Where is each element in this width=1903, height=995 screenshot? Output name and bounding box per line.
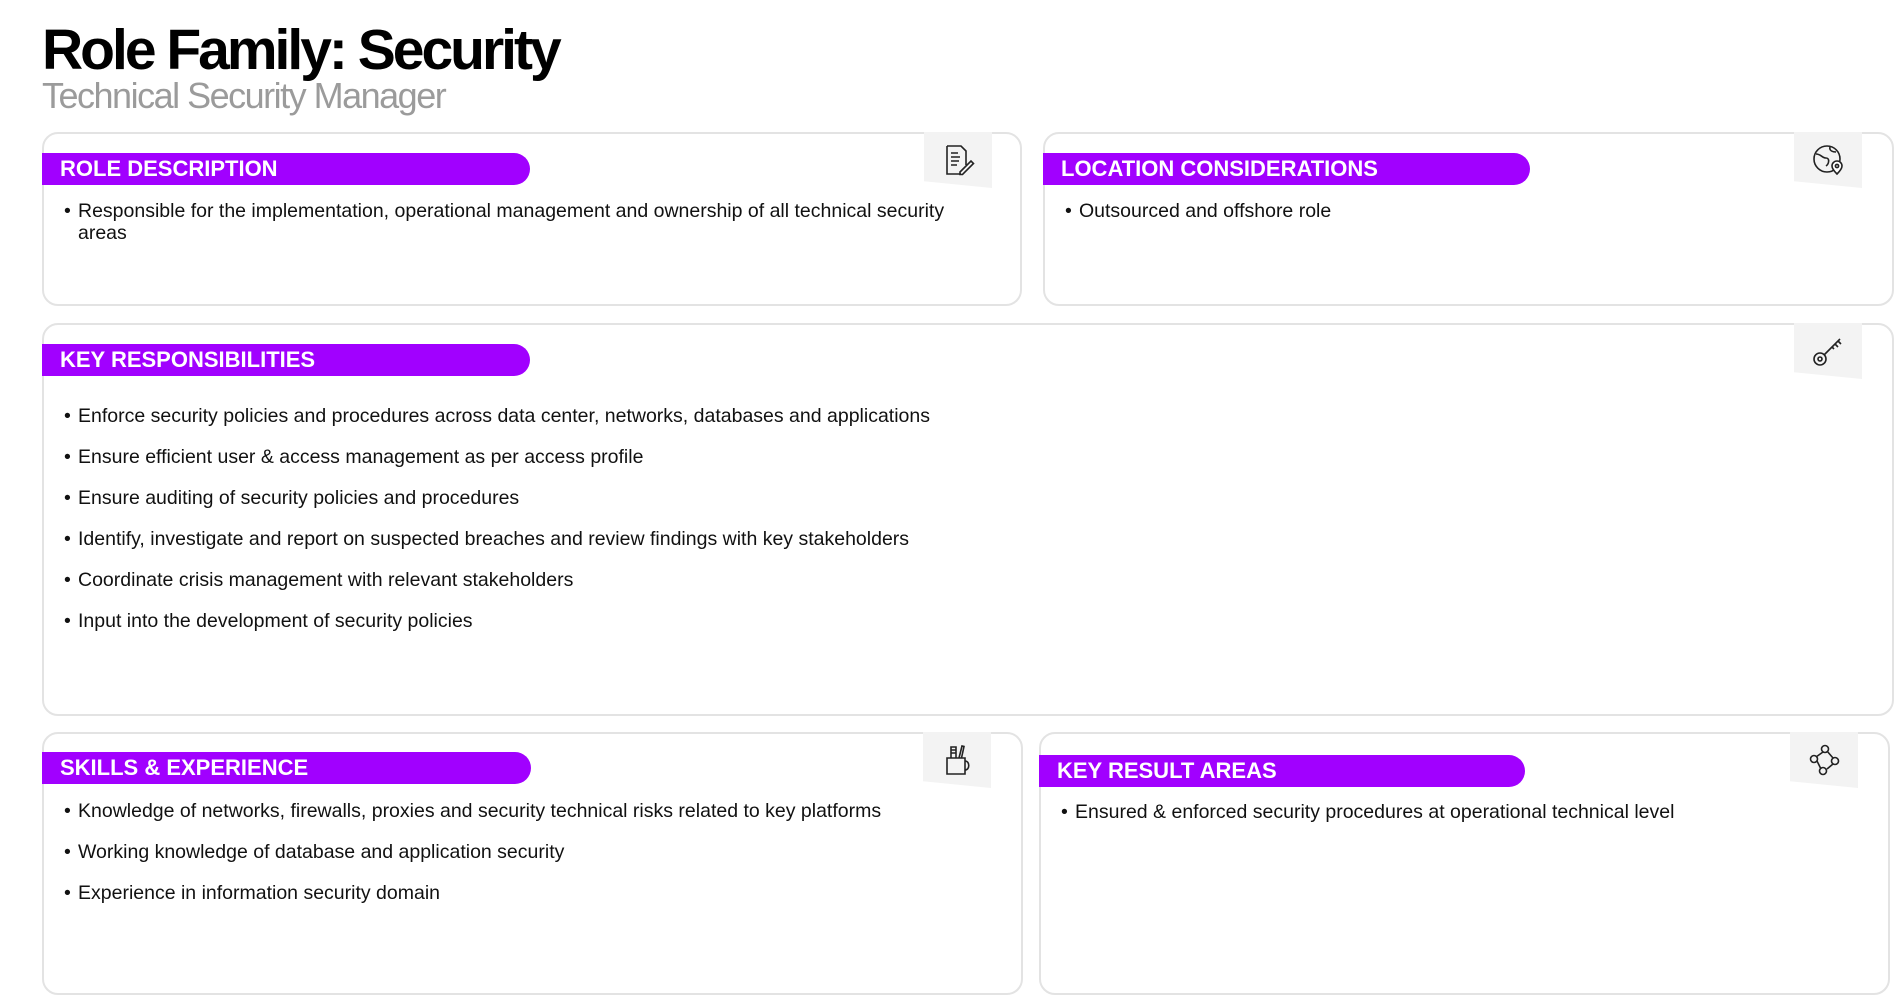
location-considerations-card: LOCATION CONSIDERATIONS Outsourced and o… bbox=[1043, 132, 1894, 306]
list-item: Experience in information security domai… bbox=[64, 882, 964, 904]
skills-experience-heading: SKILLS & EXPERIENCE bbox=[42, 752, 531, 784]
key-responsibilities-heading: KEY RESPONSIBILITIES bbox=[42, 344, 530, 376]
page-title: Role Family: Security bbox=[42, 18, 562, 82]
role-description-list: Responsible for the implementation, oper… bbox=[64, 200, 964, 244]
list-item: Knowledge of networks, firewalls, proxie… bbox=[64, 800, 964, 822]
pencil-cup-icon bbox=[946, 745, 970, 775]
key-result-areas-heading: KEY RESULT AREAS bbox=[1039, 755, 1525, 787]
role-description-heading: ROLE DESCRIPTION bbox=[42, 153, 530, 185]
connected-nodes-icon bbox=[1809, 744, 1840, 776]
list-item: Ensure efficient user & access managemen… bbox=[64, 446, 1764, 468]
list-item: Identify, investigate and report on susp… bbox=[64, 528, 1764, 550]
key-result-areas-list: Ensured & enforced security procedures a… bbox=[1061, 801, 1841, 823]
list-item: Outsourced and offshore role bbox=[1065, 200, 1845, 222]
skills-experience-card: SKILLS & EXPERIENCE Knowledge of network… bbox=[42, 732, 1023, 995]
document-edit-icon bbox=[946, 145, 975, 176]
list-item: Coordinate crisis management with releva… bbox=[64, 569, 1764, 591]
list-item: Working knowledge of database and applic… bbox=[64, 841, 964, 863]
role-description-icon-box bbox=[924, 132, 992, 188]
page-subtitle: Technical Security Manager bbox=[42, 75, 447, 116]
location-considerations-heading: LOCATION CONSIDERATIONS bbox=[1043, 153, 1530, 185]
list-item: Ensure auditing of security policies and… bbox=[64, 487, 1764, 509]
key-result-areas-card: KEY RESULT AREAS Ensured & enforced secu… bbox=[1039, 732, 1890, 995]
location-icon-box bbox=[1794, 132, 1862, 188]
list-item: Input into the development of security p… bbox=[64, 610, 1764, 632]
key-icon bbox=[1813, 338, 1842, 366]
key-responsibilities-card: KEY RESPONSIBILITIES Enforce security po… bbox=[42, 323, 1894, 716]
key-responsibilities-list: Enforce security policies and procedures… bbox=[64, 405, 1764, 632]
location-considerations-list: Outsourced and offshore role bbox=[1065, 200, 1845, 222]
skills-experience-list: Knowledge of networks, firewalls, proxie… bbox=[64, 800, 964, 904]
list-item: Responsible for the implementation, oper… bbox=[64, 200, 964, 244]
result-icon-box bbox=[1790, 732, 1858, 788]
skills-icon-box bbox=[923, 732, 991, 788]
list-item: Enforce security policies and procedures… bbox=[64, 405, 1764, 427]
key-icon-box bbox=[1794, 323, 1862, 379]
globe-location-icon bbox=[1813, 145, 1843, 176]
role-description-card: ROLE DESCRIPTION Responsible for the imp… bbox=[42, 132, 1022, 306]
list-item: Ensured & enforced security procedures a… bbox=[1061, 801, 1841, 823]
